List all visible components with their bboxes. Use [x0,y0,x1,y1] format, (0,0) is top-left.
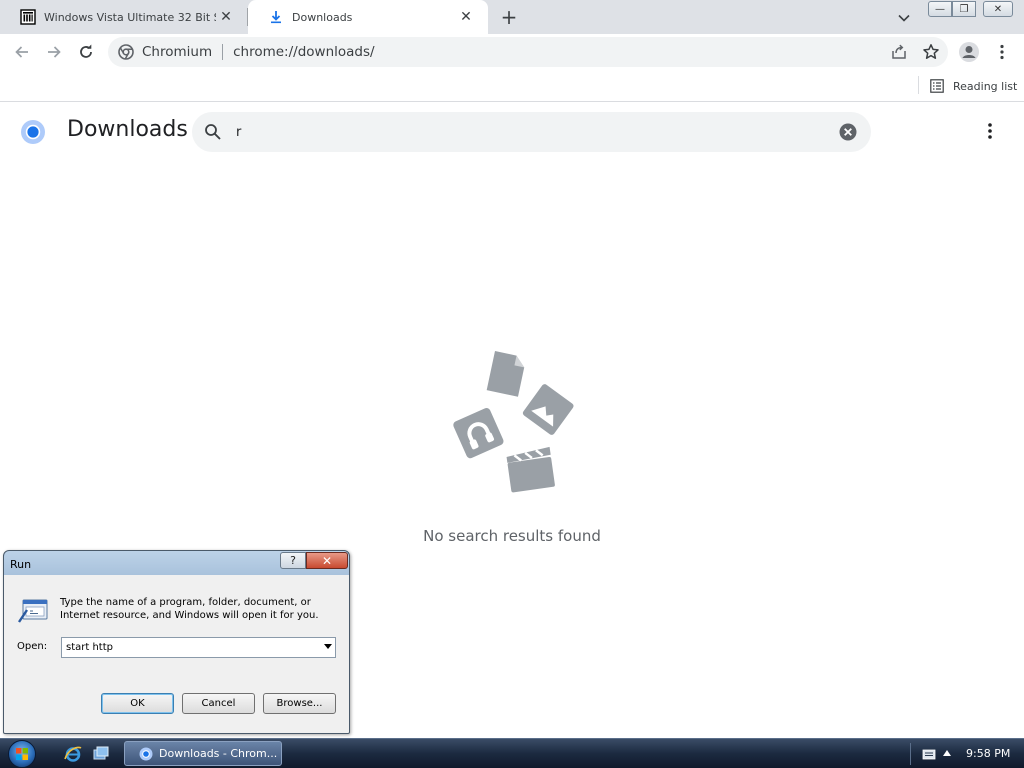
downloads-menu-icon[interactable] [980,121,1000,141]
dialog-caption: Run [10,558,32,571]
profile-avatar-icon [959,42,979,62]
ok-button[interactable]: OK [101,693,174,714]
browser-menu-button[interactable] [990,40,1014,64]
reading-list-button[interactable]: Reading list [930,76,1017,96]
chromium-logo-icon [21,120,45,144]
tab-close-button[interactable]: ✕ [456,7,476,27]
reading-list-label: Reading list [953,79,1018,93]
tab-close-button[interactable]: ✕ [216,7,236,27]
switch-windows-icon[interactable] [92,745,110,763]
screen: Windows Vista Ultimate 32 Bit SP 2 | Fr … [0,0,1024,768]
bookmarks-separator [918,76,919,94]
profile-button[interactable] [957,40,981,64]
bookmarks-bar: Reading list [0,70,1024,102]
help-button[interactable]: ? [280,552,306,569]
run-dialog: Run ? ✕ Type the name of a program, fold… [3,550,350,734]
image-icon [522,384,574,435]
bookmark-star-icon[interactable] [922,43,940,61]
address-bar[interactable]: Chromium chrome://downloads/ [108,37,948,67]
new-tab-button[interactable]: + [498,5,520,29]
internet-explorer-icon[interactable] [64,745,82,763]
audio-icon [453,408,504,459]
taskbar-button-chromium[interactable]: Downloads - Chrom... [124,741,282,766]
site-chip-label: Chromium [142,44,213,60]
empty-downloads-illustration [453,351,574,493]
tab-strip: Windows Vista Ultimate 32 Bit SP 2 | Fr … [0,0,1024,34]
keyboard-icon[interactable] [922,747,936,761]
open-combobox[interactable] [61,637,336,658]
downloads-search-bar[interactable] [192,112,871,152]
chromium-icon [139,747,153,760]
more-vert-icon [1000,44,1004,60]
open-label: Open: [17,641,48,652]
page-title: Downloads [67,117,188,142]
back-arrow-icon [15,46,28,58]
downloads-search-input[interactable] [236,121,816,143]
back-button[interactable] [10,40,34,64]
start-button[interactable] [8,740,36,768]
document-icon [486,351,525,397]
dialog-description: Type the name of a program, folder, docu… [60,597,319,621]
tab-search-button[interactable] [894,8,914,28]
clock[interactable]: 9:58 PM [966,747,1010,760]
dialog-close-button[interactable]: ✕ [306,552,348,569]
show-hidden-icons-icon[interactable] [942,749,952,757]
browse-button[interactable]: Browse... [263,693,336,714]
minimize-button[interactable]: — [928,1,952,17]
share-icon[interactable] [890,43,908,61]
taskbar: Downloads - Chrom... 9:58 PM [0,738,1024,768]
open-input[interactable] [66,640,306,655]
download-icon [268,9,284,25]
omnibox-divider [222,44,224,60]
tab-windows-vista[interactable]: Windows Vista Ultimate 32 Bit SP 2 | Fr … [0,0,248,34]
video-icon [506,446,555,493]
run-program-icon [18,599,48,623]
maximize-button[interactable]: ❐ [952,1,976,17]
cancel-button[interactable]: Cancel [182,693,255,714]
window-close-button[interactable]: ✕ [983,1,1013,17]
forward-arrow-icon [48,46,61,58]
clear-search-icon[interactable] [839,123,857,141]
url-text[interactable]: chrome://downloads/ [233,44,374,60]
search-icon [205,124,221,140]
dropdown-arrow-icon[interactable] [324,644,332,650]
chromium-icon [118,44,134,60]
taskbar-button-label: Downloads - Chrom... [159,747,278,760]
dialog-body: Type the name of a program, folder, docu… [9,576,344,730]
archive-icon [20,9,36,25]
reading-list-icon [930,79,944,93]
tray-separator [910,743,911,765]
forward-button[interactable] [42,40,66,64]
tab-title: Windows Vista Ultimate 32 Bit SP 2 | Fr [44,10,216,24]
empty-state-message: No search results found [423,527,601,545]
reload-icon [80,44,92,58]
toolbar: Chromium chrome://downloads/ [0,34,1024,70]
chevron-down-icon [898,14,910,22]
tab-downloads[interactable]: Downloads ✕ [248,0,488,34]
tab-title: Downloads [292,10,353,24]
windows-logo-icon [16,748,28,760]
reload-button[interactable] [74,40,98,64]
